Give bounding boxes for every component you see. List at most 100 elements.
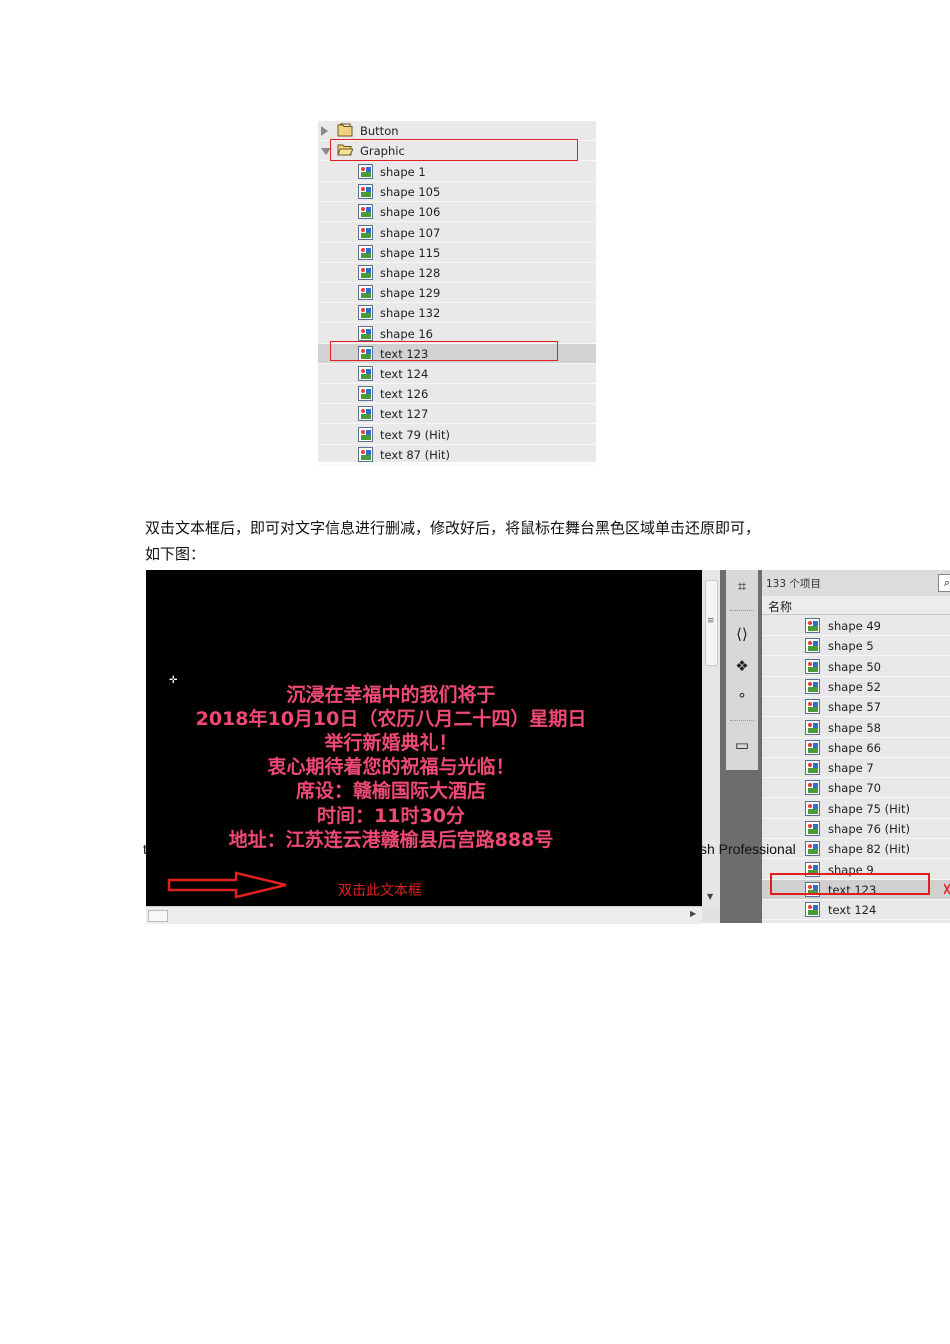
- library-item[interactable]: shape 128: [318, 263, 596, 283]
- graphic-symbol-icon: [358, 366, 373, 381]
- scroll-down-icon[interactable]: ▼: [707, 892, 713, 901]
- collapsed-arrow-icon[interactable]: [321, 126, 328, 136]
- library-item-label: shape 16: [380, 326, 433, 341]
- library-side-item-label: shape 57: [828, 700, 881, 715]
- graphic-symbol-icon: [358, 305, 373, 321]
- selected-side-item-highlight: [770, 872, 930, 895]
- library-side-item-label: shape 66: [828, 740, 881, 755]
- library-side-item-label: shape 7: [828, 761, 874, 776]
- library-icon[interactable]: ▭: [732, 735, 752, 755]
- library-side-item[interactable]: shape 70: [762, 778, 950, 799]
- graphic-symbol-icon: [805, 760, 820, 776]
- graphic-folder-highlight: [330, 139, 578, 161]
- transform-icon[interactable]: ⌗: [732, 576, 752, 596]
- graphic-symbol-icon: [358, 386, 373, 402]
- library-side-item-label: shape 5: [828, 639, 874, 654]
- library-side-item-label: shape 70: [828, 781, 881, 796]
- graphic-symbol-icon: [358, 446, 373, 462]
- library-item[interactable]: text 87 (Hit): [318, 445, 596, 465]
- graphic-symbol-icon: [805, 719, 820, 735]
- graphic-symbol-icon: [358, 265, 373, 280]
- library-item[interactable]: shape 129: [318, 283, 596, 304]
- graphic-symbol-icon: [805, 841, 820, 857]
- library-side-item[interactable]: shape 75 (Hit): [762, 799, 950, 819]
- graphic-symbol-icon: [805, 618, 820, 633]
- stage[interactable]: ✛ 沉浸在幸福中的我们将于 2018年10月10日（农历八月二十四）星期日 举行新婚…: [146, 570, 702, 906]
- flash-editor-screenshot: ✛ 沉浸在幸福中的我们将于 2018年10月10日（农历八月二十四）星期日 举行新婚…: [146, 570, 950, 924]
- horizontal-scrollbar[interactable]: ▶: [146, 906, 702, 924]
- library-side-item[interactable]: shape 52: [762, 677, 950, 697]
- graphic-symbol-icon: [805, 638, 820, 654]
- toolstrip-grip: [730, 610, 754, 613]
- library-side-item[interactable]: shape 57: [762, 697, 950, 718]
- graphic-symbol-icon: [805, 821, 820, 836]
- library-side-item[interactable]: shape 49: [762, 616, 950, 636]
- library-header: 133 个项目 ⌕: [762, 570, 950, 597]
- library-side-item[interactable]: shape 76 (Hit): [762, 819, 950, 839]
- library-folder-button[interactable]: Button: [318, 121, 596, 141]
- library-item[interactable]: shape 115: [318, 243, 596, 263]
- invitation-line: 时间：11时30分: [317, 805, 465, 827]
- library-item-label: shape 132: [380, 306, 441, 321]
- motion-icon[interactable]: ∘: [732, 685, 752, 705]
- grip-icon: ≡: [707, 616, 715, 626]
- scroll-right-icon[interactable]: ▶: [690, 909, 696, 918]
- graphic-symbol-icon: [805, 699, 820, 715]
- library-side-item[interactable]: shape 7: [762, 758, 950, 779]
- library-side-item[interactable]: shape 5: [762, 636, 950, 657]
- invitation-line: 沉浸在幸福中的我们将于: [286, 684, 496, 706]
- library-item[interactable]: shape 105: [318, 182, 596, 203]
- library-item[interactable]: shape 107: [318, 223, 596, 243]
- invitation-line: 举行新婚典礼！: [324, 732, 458, 754]
- graphic-symbol-icon: [358, 325, 373, 341]
- library-item-label: text 79 (Hit): [380, 427, 450, 442]
- name-column-header[interactable]: 名称: [762, 596, 950, 615]
- code-icon[interactable]: ⟨⟩: [732, 624, 752, 644]
- folder-label: Button: [360, 124, 399, 138]
- graphic-symbol-icon: [358, 224, 373, 240]
- toolstrip-icons: ⌗ ⟨⟩ ❖ ∘ ▭: [726, 570, 758, 770]
- library-side-item-label: shape 82 (Hit): [828, 842, 910, 857]
- library-side-panel: 133 个项目 ⌕ 名称 shape 49 shape 5 shape 50 shap…: [762, 570, 950, 923]
- graphic-symbol-icon: [805, 902, 820, 918]
- graphic-symbol-icon: [358, 244, 373, 260]
- library-side-item[interactable]: shape 50: [762, 657, 950, 677]
- library-item-label: shape 129: [380, 286, 441, 301]
- invitation-line: 席设：赣榆国际大酒店: [295, 780, 486, 802]
- invitation-line: 地址：江苏连云港赣榆县后宫路888号: [228, 829, 554, 851]
- horizontal-scroll-thumb[interactable]: [148, 910, 168, 922]
- library-item[interactable]: text 127: [318, 404, 596, 425]
- library-side-item-label: shape 49: [828, 619, 881, 633]
- arrow-icon: [167, 871, 287, 899]
- item-count: 133 个项目: [766, 578, 821, 590]
- library-item-label: text 126: [380, 387, 429, 402]
- library-item[interactable]: text 124: [318, 364, 596, 384]
- library-side-item[interactable]: shape 58: [762, 718, 950, 738]
- library-side-item[interactable]: text 124: [762, 900, 950, 921]
- library-side-item-label: shape 75 (Hit): [828, 801, 910, 816]
- library-item-label: shape 105: [380, 185, 441, 200]
- library-side-item-label: text 124: [828, 903, 877, 918]
- panel-toolstrip: ⌗ ⟨⟩ ❖ ∘ ▭: [720, 570, 762, 923]
- graphic-symbol-icon: [358, 184, 373, 200]
- library-panel: Button Graphic shape 1 shape 105 shape 106 sh…: [318, 121, 596, 465]
- library-item[interactable]: text 126: [318, 384, 596, 405]
- library-item-label: shape 106: [380, 205, 441, 220]
- library-item[interactable]: shape 1: [318, 162, 596, 182]
- library-side-item[interactable]: shape 66: [762, 738, 950, 758]
- library-side-item-label: shape 52: [828, 679, 881, 694]
- library-item[interactable]: text 79 (Hit): [318, 425, 596, 445]
- library-item[interactable]: shape 106: [318, 202, 596, 223]
- invitation-line: 2018年10月10日（农历八月二十四）星期日: [195, 708, 587, 730]
- library-item-label: text 87 (Hit): [380, 447, 450, 462]
- components-icon[interactable]: ❖: [732, 656, 752, 676]
- red-arrow-fragment-icon: [944, 883, 950, 895]
- library-item-label: shape 128: [380, 266, 441, 280]
- library-item-label: shape 115: [380, 245, 441, 260]
- graphic-symbol-icon: [358, 426, 373, 442]
- library-item[interactable]: shape 132: [318, 303, 596, 324]
- search-icon[interactable]: ⌕: [938, 574, 950, 592]
- library-side-item-label: shape 58: [828, 720, 881, 735]
- library-item-label: shape 107: [380, 225, 441, 240]
- graphic-symbol-icon: [358, 204, 373, 220]
